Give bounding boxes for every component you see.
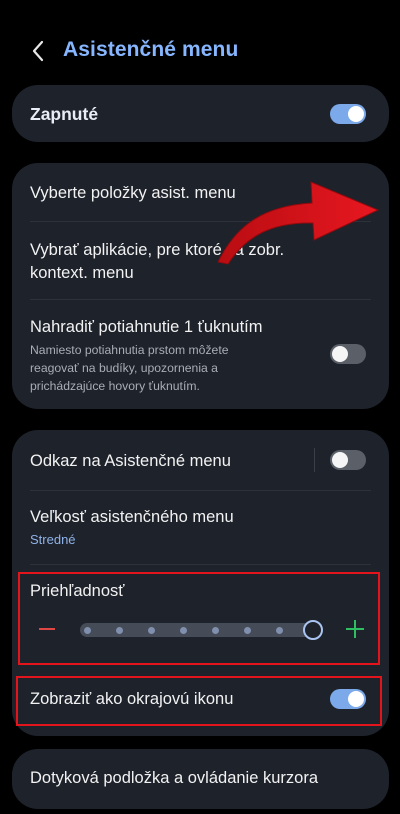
red-arrow-icon (217, 181, 380, 265)
